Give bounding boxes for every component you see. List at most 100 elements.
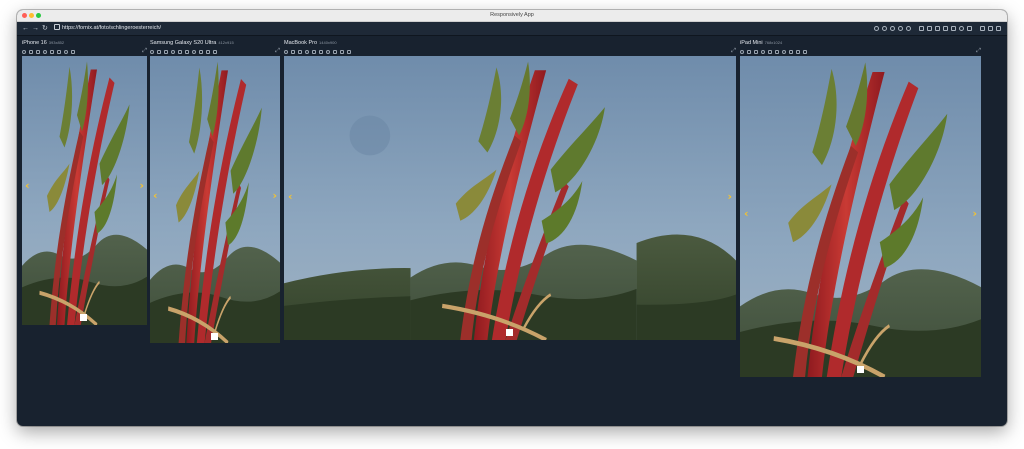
prev-arrow-icon[interactable]: ‹ [25,180,30,191]
devtools-icon[interactable] [178,50,182,54]
code-icon[interactable] [185,50,189,54]
back-arrow-icon[interactable]: ← [22,22,29,35]
device-dims: 393x852 [48,40,65,45]
preview-icon[interactable] [326,50,330,54]
rotate-icon[interactable] [761,50,765,54]
device-name: Samsung Galaxy S20 Ultra [150,40,217,46]
devtools-icon[interactable] [50,50,54,54]
window-title: Responsively App [490,12,534,18]
device-viewport[interactable]: ‹ › [22,56,147,325]
device-name: iPad Mini [740,40,763,46]
fullpage-icon[interactable] [36,50,40,54]
expand-icon[interactable]: ⤢ [275,48,280,55]
devices-icon[interactable] [980,26,985,31]
preview-icon[interactable] [64,50,68,54]
prev-arrow-icon[interactable]: ‹ [744,208,749,219]
photo [740,56,981,377]
zoom-out-icon[interactable] [882,26,887,31]
rotate-icon[interactable] [906,26,911,31]
prev-arrow-icon[interactable]: ‹ [288,191,293,202]
network-icon[interactable] [340,50,344,54]
photo-indicator[interactable] [80,314,87,321]
fullpage-icon[interactable] [164,50,168,54]
photo [284,56,736,340]
device-panel: iPhone 16 393x852 ⤢ ‹ › [22,38,147,338]
grid-icon[interactable] [935,26,940,31]
fullpage-icon[interactable] [754,50,758,54]
screenshot-icon[interactable] [29,50,33,54]
url-input[interactable]: https://fornix.at/foto/schlingeroesterre… [54,22,161,35]
code-icon[interactable] [57,50,61,54]
more-icon[interactable] [803,50,807,54]
zoom-in-icon[interactable] [874,26,879,31]
photo-indicator[interactable] [211,333,218,340]
code-icon[interactable] [775,50,779,54]
device-label: iPhone 16 393x852 [22,38,64,48]
lock-icon [54,24,60,30]
network-icon[interactable] [206,50,210,54]
screenshot-icon[interactable] [747,50,751,54]
settings-icon[interactable] [789,50,793,54]
expand-icon[interactable]: ⤢ [976,48,981,55]
settings-icon[interactable] [71,50,75,54]
rotate-icon[interactable] [171,50,175,54]
device-viewport[interactable]: ‹ › [284,56,736,340]
zoom-reset-icon[interactable] [890,26,895,31]
device-name: MacBook Pro [284,40,318,46]
device-toolbar [740,48,807,56]
screenshot-icon[interactable] [157,50,161,54]
screenshot-icon[interactable] [919,26,924,31]
rotate-icon[interactable] [43,50,47,54]
device-toolbar [150,48,217,56]
preview-icon[interactable] [192,50,196,54]
next-arrow-icon[interactable]: › [139,180,144,191]
next-arrow-icon[interactable]: › [272,190,277,201]
sync-icon[interactable] [951,26,956,31]
device-viewport[interactable]: ‹ › [740,56,981,377]
rotate-icon[interactable] [305,50,309,54]
more-icon[interactable] [213,50,217,54]
settings-icon[interactable] [996,26,1001,31]
settings-icon[interactable] [333,50,337,54]
url-text: https://fornix.at/foto/schlingeroesterre… [62,25,162,31]
bookmark-icon[interactable] [967,26,972,31]
refresh-icon[interactable] [22,50,26,54]
photo [22,56,147,325]
refresh-icon[interactable] [740,50,744,54]
preview-icon[interactable] [782,50,786,54]
device-dims: 1440x900 [319,40,337,45]
reload-icon[interactable]: ↻ [42,22,48,35]
code-icon[interactable] [319,50,323,54]
plus-icon[interactable] [988,26,993,31]
network-icon[interactable] [796,50,800,54]
refresh-icon[interactable] [284,50,288,54]
photo [150,56,280,343]
columns-icon[interactable] [943,26,948,31]
next-arrow-icon[interactable]: › [972,208,977,219]
title-bar: Responsively App [17,10,1007,22]
device-toolbar [284,48,351,56]
next-arrow-icon[interactable]: › [727,191,732,202]
forward-arrow-icon[interactable]: → [32,22,39,35]
device-dims: 768x1024 [764,40,783,45]
device-dims: 412x915 [218,40,234,45]
photo-indicator[interactable] [506,329,513,336]
expand-icon[interactable]: ⤢ [142,48,147,55]
settings-icon[interactable] [199,50,203,54]
devtools-icon[interactable] [768,50,772,54]
address-bar: ← → ↻ https://fornix.at/foto/schlingeroe… [17,22,1007,36]
screenshot-icon[interactable] [291,50,295,54]
photo-indicator[interactable] [857,366,864,373]
devtools-icon[interactable] [312,50,316,54]
device-label: Samsung Galaxy S20 Ultra 412x915 [150,38,234,48]
device-label: iPad Mini 768x1024 [740,38,782,48]
inspect-icon[interactable] [898,26,903,31]
more-icon[interactable] [347,50,351,54]
fullpage-icon[interactable] [298,50,302,54]
theme-icon[interactable] [959,26,964,31]
device-viewport[interactable]: ‹ › [150,56,280,343]
layout-icon[interactable] [927,26,932,31]
prev-arrow-icon[interactable]: ‹ [153,190,158,201]
expand-icon[interactable]: ⤢ [731,48,736,55]
refresh-icon[interactable] [150,50,154,54]
